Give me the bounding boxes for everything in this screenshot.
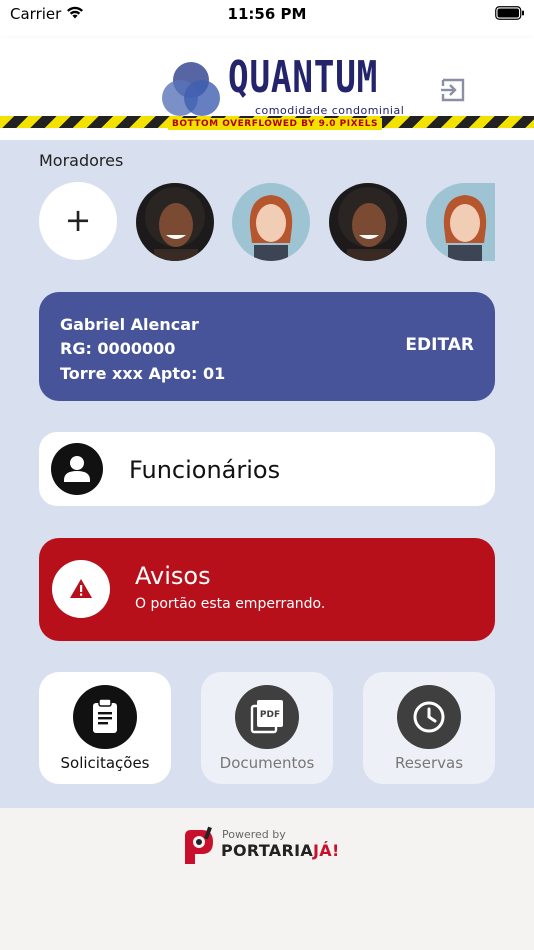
app-header: QUANTUM comodidade condominial BOTTOM OV… bbox=[0, 38, 534, 140]
notice-message: O portão esta emperrando. bbox=[135, 596, 326, 612]
brand-main: PORTARIA bbox=[221, 841, 314, 860]
warning-icon bbox=[52, 560, 110, 618]
status-bar: Carrier 11:56 PM bbox=[0, 0, 534, 38]
plus-icon: + bbox=[64, 201, 92, 239]
clock-icon bbox=[397, 685, 461, 749]
svg-text:PDF: PDF bbox=[260, 710, 280, 720]
add-resident-button[interactable]: + bbox=[39, 182, 117, 260]
notice-title: Avisos bbox=[135, 562, 211, 590]
pdf-icon: PDF bbox=[235, 685, 299, 749]
requests-label: Solicitações bbox=[60, 754, 150, 772]
user-rg: RG: 0000000 bbox=[60, 339, 176, 358]
reservations-button[interactable]: Reservas bbox=[363, 672, 495, 784]
requests-button[interactable]: Solicitações bbox=[39, 672, 171, 784]
residents-label: Moradores bbox=[39, 151, 124, 170]
resident-avatar-3[interactable] bbox=[329, 183, 407, 261]
brand-name: PORTARIAJÁ! bbox=[221, 841, 340, 860]
documents-label: Documentos bbox=[219, 754, 315, 772]
battery-icon bbox=[495, 6, 524, 20]
resident-avatar-2[interactable] bbox=[232, 183, 310, 261]
brand-suffix: JÁ! bbox=[313, 841, 340, 860]
user-name: Gabriel Alencar bbox=[60, 315, 199, 334]
edit-button[interactable]: EDITAR bbox=[405, 335, 474, 355]
logout-icon[interactable] bbox=[440, 77, 466, 103]
clipboard-icon bbox=[73, 685, 137, 749]
notice-card[interactable]: Avisos O portão esta emperrando. bbox=[39, 538, 495, 641]
user-info-card: Gabriel Alencar RG: 0000000 Torre xxx Ap… bbox=[39, 292, 495, 401]
portaria-logo-icon bbox=[185, 826, 213, 864]
reservations-label: Reservas bbox=[394, 754, 464, 772]
logo-circles-icon bbox=[162, 62, 220, 116]
footer: Powered by PORTARIAJÁ! bbox=[0, 808, 534, 950]
person-icon bbox=[51, 443, 103, 495]
staff-button[interactable]: Funcionários bbox=[39, 432, 495, 506]
powered-by-label: Powered by bbox=[222, 828, 286, 841]
clock-time: 11:56 PM bbox=[227, 5, 307, 23]
main-content: Moradores + Gabriel Alencar RG: 0000000 … bbox=[0, 140, 534, 808]
user-address: Torre xxx Apto: 01 bbox=[60, 364, 226, 383]
overflow-warning-text: BOTTOM OVERFLOWED BY 9.0 PIXELS bbox=[168, 118, 382, 130]
logo-name: QUANTUM bbox=[228, 52, 379, 103]
documents-button[interactable]: PDF Documentos bbox=[201, 672, 333, 784]
resident-avatar-1[interactable] bbox=[136, 183, 214, 261]
staff-label: Funcionários bbox=[129, 456, 281, 484]
resident-avatar-4[interactable] bbox=[426, 183, 495, 261]
